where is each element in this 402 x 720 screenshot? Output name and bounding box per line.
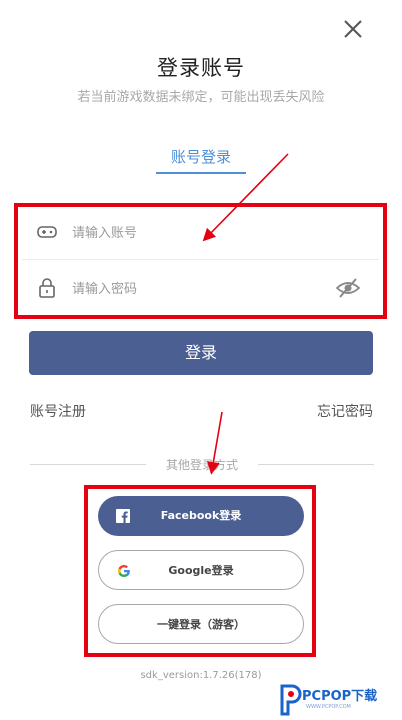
guest-login-button[interactable]: 一键登录（游客） xyxy=(98,604,304,644)
page-title: 登录账号 xyxy=(157,56,245,80)
watermark: PCPOP下载 WWW.PCPOP.COM xyxy=(276,682,402,720)
field-divider xyxy=(22,259,379,260)
facebook-login-button[interactable]: Facebook登录 xyxy=(98,496,304,536)
password-input[interactable] xyxy=(70,274,314,304)
google-login-label: Google登录 xyxy=(168,564,234,577)
google-login-button[interactable]: Google登录 xyxy=(98,550,304,590)
close-button[interactable] xyxy=(336,12,370,46)
watermark-text: PCPOP下载 xyxy=(302,689,378,704)
tab-account-login[interactable]: 账号登录 xyxy=(156,146,246,167)
login-form-highlight xyxy=(14,203,387,319)
google-icon xyxy=(118,565,130,577)
account-field xyxy=(22,207,379,259)
watermark-logo-icon xyxy=(280,684,302,716)
divider-left xyxy=(30,464,146,465)
login-button[interactable]: 登录 xyxy=(29,331,373,375)
watermark-subtext: WWW.PCPOP.COM xyxy=(306,704,351,710)
gamepad-icon xyxy=(37,226,57,238)
divider-right xyxy=(258,464,374,465)
close-icon xyxy=(344,20,362,38)
account-input[interactable] xyxy=(70,218,314,248)
tab-active-indicator xyxy=(156,172,246,174)
page-subtitle: 若当前游戏数据未绑定，可能出现丢失风险 xyxy=(77,90,325,105)
facebook-login-label: Facebook登录 xyxy=(160,509,242,522)
guest-login-label: 一键登录（游客） xyxy=(157,618,245,631)
sdk-version: sdk_version:1.7.26(178) xyxy=(140,670,262,681)
other-methods-label: 其他登录方式 xyxy=(165,458,238,472)
password-field xyxy=(22,263,379,315)
register-link[interactable]: 账号注册 xyxy=(30,401,86,421)
lock-icon xyxy=(39,278,55,298)
eye-hidden-icon[interactable] xyxy=(335,276,361,300)
facebook-icon xyxy=(116,509,130,523)
forgot-password-link[interactable]: 忘记密码 xyxy=(317,401,373,421)
